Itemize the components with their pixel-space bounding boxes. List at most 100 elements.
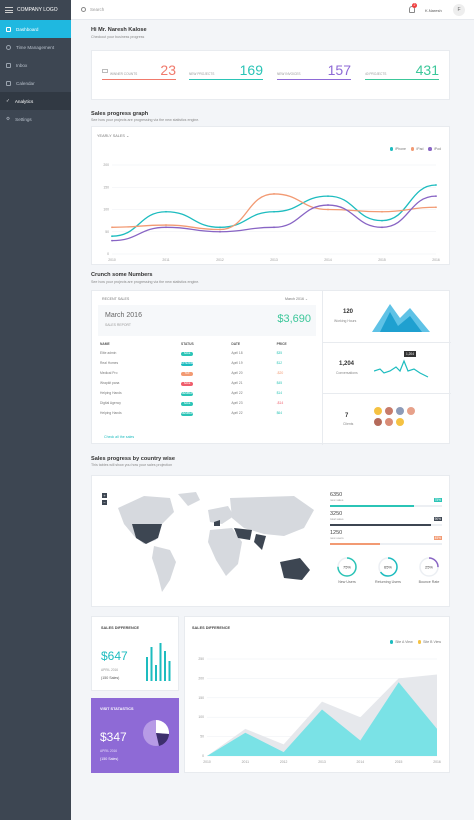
stat-value: 157	[327, 62, 351, 78]
sidebar-item-time-management[interactable]: Time Management	[0, 38, 71, 56]
table-row[interactable]: Helping Hands MEMBER April 22 $64	[98, 408, 316, 418]
stat-value: 431	[415, 62, 439, 78]
avatar[interactable]	[374, 407, 382, 415]
avatar[interactable]	[407, 407, 415, 415]
stat-label: NEW INVOICES	[277, 72, 301, 76]
sales-line-chart: 0 50 100 150 200 2010 2011 2012 2013 2014 2015 2016	[103, 163, 440, 262]
sidebar-item-label: Dashboard	[16, 26, 39, 32]
sidebar-item-label: Calendar	[16, 80, 35, 86]
progress-percent: 75%	[433, 498, 442, 502]
progress-item: 1250 new users 45%	[330, 530, 442, 549]
series-line-ipod	[111, 195, 437, 242]
visit-stats-count: (150 Sales)	[100, 757, 119, 761]
avatar[interactable]	[396, 418, 404, 426]
ring-label: Bounce Rate	[418, 580, 440, 584]
table-row[interactable]: Real Homes EXTENDED April 19 $12	[98, 358, 316, 368]
home-icon	[6, 26, 11, 32]
conversations-sparkline	[374, 359, 429, 378]
sales-area-chart: 0 50 100 150 200 250 2010 2011 2012 2013 2014 2015 2…	[198, 657, 441, 764]
col-date: DATE	[231, 341, 241, 346]
table-row[interactable]: Wrapkit pana SALE April 21 $45	[98, 378, 316, 388]
avatar[interactable]	[374, 418, 382, 426]
cell-price: -$14	[276, 401, 284, 405]
y-tick-label: 150	[198, 696, 204, 700]
stat-new-invoices: NEW INVOICES 157	[275, 62, 353, 86]
gear-icon: ⚙	[6, 116, 11, 121]
progress-fill	[330, 524, 431, 526]
avatar[interactable]: F	[453, 4, 465, 16]
data-point	[273, 210, 275, 213]
y-tick-label: 200	[103, 163, 109, 167]
progress-percent: 90%	[433, 517, 442, 521]
avatar[interactable]	[385, 418, 393, 426]
data-point	[327, 208, 329, 211]
calendar-icon	[6, 80, 11, 86]
sidebar-item-inbox[interactable]: Inbox	[0, 56, 71, 74]
status-badge: MEMBER	[181, 411, 194, 416]
menu-icon[interactable]	[5, 7, 13, 13]
cell-name: Medical Pro	[100, 371, 118, 375]
data-point	[435, 206, 437, 209]
cell-status: SALE	[179, 348, 229, 358]
x-tick-label: 2010	[203, 760, 211, 764]
data-point	[327, 195, 329, 198]
table-row[interactable]: Elite admin SALE April 18 $35	[98, 348, 316, 358]
x-tick-label: 2012	[216, 258, 224, 262]
notification-badge: 2	[412, 3, 417, 8]
data-point	[165, 224, 167, 226]
month-select[interactable]: March 2016 ⌄	[285, 297, 308, 301]
cell-name: Digital Agency	[100, 401, 121, 405]
cell-status: SALE	[179, 378, 229, 388]
clients-value: 7	[345, 413, 349, 419]
mini-bar	[159, 643, 162, 681]
sidebar-item-calendar[interactable]: Calendar	[0, 74, 71, 92]
search-box[interactable]: Search	[81, 7, 104, 12]
conversations-value: 1,204	[339, 361, 355, 367]
data-point	[165, 226, 167, 229]
country-title: Sales progress by country wise	[91, 456, 175, 462]
avatar[interactable]	[385, 407, 393, 415]
visit-stats-card: VISIT STATASTICS $347 APRIL 2016 (150 Sa…	[91, 698, 179, 773]
client-avatars	[374, 407, 424, 426]
progress-percent: 45%	[433, 536, 442, 540]
sidebar-item-dashboard[interactable]: Dashboard	[0, 20, 71, 38]
sidebar-item-analytics[interactable]: ✓ Analytics	[0, 92, 71, 110]
check-all-link[interactable]: Check all the sales	[104, 435, 134, 439]
monitor-icon	[102, 69, 108, 73]
chart-icon: ✓	[6, 98, 10, 103]
table-row[interactable]: Digital Agency SALE April 23 -$14	[98, 398, 316, 408]
search-input[interactable]: Search	[90, 7, 104, 12]
avatar[interactable]	[396, 407, 404, 415]
stat-label: 40 PROJECTS	[365, 72, 387, 76]
cell-status: MEMBER	[179, 388, 229, 398]
table-header: NAME STATUS DATE PRICE	[98, 339, 316, 348]
mini-bar-chart	[146, 643, 171, 681]
stat-bar	[277, 79, 351, 80]
table-row[interactable]: Medical Pro TAX April 20 -$20	[98, 368, 316, 378]
stat-value: 23	[160, 62, 176, 78]
status-badge: TAX	[181, 371, 194, 376]
sales-diff-date: APRIL 2016	[101, 668, 119, 672]
clients-label: Clients	[343, 422, 354, 426]
conversations-tooltip: 1,204	[404, 351, 416, 357]
cell-price: $35	[276, 351, 283, 355]
mountain-icon	[372, 304, 430, 332]
ring-value: 65%	[384, 565, 392, 570]
card-title: SALES DIFFERENCE	[101, 626, 139, 630]
stat-ring: 25% Bounce Rate	[414, 556, 444, 585]
x-tick-label: 2014	[357, 760, 365, 764]
y-tick-label: 100	[198, 715, 204, 719]
sidebar-item-settings[interactable]: ⚙ Settings	[0, 110, 71, 128]
ring-chart: 75%	[337, 557, 357, 577]
sidebar-item-label: Analytics	[14, 98, 34, 104]
table-row[interactable]: Helping Hands MEMBER April 22 $14	[98, 388, 316, 398]
cell-status: SALE	[179, 398, 229, 408]
mail-icon	[6, 62, 11, 68]
stats-card: WINNER COUNTS 23 NEW PROJECTS 169 NEW IN…	[91, 50, 450, 100]
sales-report-box: March 2016 SALES REPORT $3,690	[98, 305, 316, 336]
y-tick-label: 0	[202, 754, 204, 758]
user-name[interactable]: K.Naresh	[425, 8, 442, 13]
y-tick-label: 150	[103, 185, 109, 189]
cell-date: April 18	[231, 351, 243, 355]
x-tick-label: 2010	[108, 258, 116, 262]
